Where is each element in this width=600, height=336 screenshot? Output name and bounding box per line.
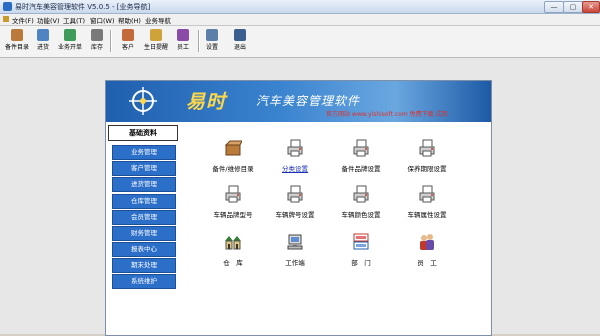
menu-help[interactable]: 帮助(H) xyxy=(118,15,141,25)
close-button[interactable]: ✕ xyxy=(582,1,600,13)
menu-business-nav[interactable]: 业务导航 xyxy=(145,15,171,25)
menu-function[interactable]: 功能(V) xyxy=(37,15,60,25)
toolbar-exit-button[interactable]: 退出 xyxy=(225,27,255,56)
nav-item-period-end[interactable]: 期末处理 xyxy=(112,258,176,273)
printer-doc-icon xyxy=(225,185,241,203)
menu-app-icon xyxy=(3,16,9,22)
grid-item-maintenance-period[interactable]: 保养期限设置 xyxy=(392,139,462,175)
toolbar-settings-button[interactable]: 设置 xyxy=(197,27,227,56)
nav-item-member[interactable]: 会员管理 xyxy=(112,210,176,225)
grid-item-workstation[interactable]: 工作端 xyxy=(260,233,330,269)
left-nav: 基础资料 业务管理 客户管理 进货管理 仓库管理 会员管理 财务管理 报表中心 … xyxy=(106,125,181,335)
order-icon xyxy=(64,29,76,41)
grid-item-parts-brand[interactable]: 备件品牌设置 xyxy=(326,139,396,175)
nav-item-reports[interactable]: 报表中心 xyxy=(112,242,176,257)
nav-item-finance[interactable]: 财务管理 xyxy=(112,226,176,241)
banner-title: 汽车美容管理软件 xyxy=(256,94,361,108)
maximize-button[interactable]: ▢ xyxy=(563,1,583,13)
toolbar-stock-in-button[interactable]: 进货 xyxy=(28,27,58,56)
banner: 易时 汽车美容管理软件 官方网站 www.yishisoft.com 免费下载 … xyxy=(106,81,491,122)
grid-item-vehicle-model[interactable]: 车辆品牌型号 xyxy=(198,185,268,221)
nav-item-customer[interactable]: 客户管理 xyxy=(112,161,176,176)
warehouse-icon xyxy=(225,236,241,250)
printer-doc-icon xyxy=(353,139,369,157)
printer-doc-icon xyxy=(419,185,435,203)
toolbar-inventory-button[interactable]: 库存 xyxy=(82,27,112,56)
grid-item-color-settings[interactable]: 车辆颜色设置 xyxy=(326,185,396,221)
grid-item-warehouse[interactable]: 仓 库 xyxy=(198,233,268,269)
birthday-icon xyxy=(150,29,162,41)
toolbar-employee-button[interactable]: 员工 xyxy=(168,27,198,56)
computer-icon xyxy=(287,234,303,250)
grid-item-staff[interactable]: 员 工 xyxy=(392,233,462,269)
grid-item-plate-settings[interactable]: 车辆牌号设置 xyxy=(260,185,330,221)
nav-item-system[interactable]: 系统维护 xyxy=(112,274,176,289)
nav-header-basic-data[interactable]: 基础资料 xyxy=(108,125,178,141)
toolbar-order-button[interactable]: 业务开单 xyxy=(55,27,85,56)
app-icon xyxy=(3,2,12,11)
customer-icon xyxy=(122,29,134,41)
nav-item-purchase[interactable]: 进货管理 xyxy=(112,177,176,192)
department-icon xyxy=(353,233,369,250)
parts-box-icon xyxy=(224,140,243,156)
grid-item-department[interactable]: 部 门 xyxy=(326,233,396,269)
toolbar-customer-button[interactable]: 客户 xyxy=(113,27,143,56)
nav-item-business[interactable]: 业务管理 xyxy=(112,145,176,160)
nav-item-warehouse[interactable]: 仓库管理 xyxy=(112,194,176,209)
business-nav-panel: 易时 汽车美容管理软件 官方网站 www.yishisoft.com 免费下载 … xyxy=(105,80,492,336)
window-title: 易时汽车美容管理软件 V5.0.5 - [业务导航] xyxy=(15,3,151,11)
employee-icon xyxy=(177,29,189,41)
exit-icon xyxy=(234,29,246,41)
printer-doc-icon xyxy=(419,139,435,157)
logo-icon xyxy=(129,87,157,115)
toolbar-birthday-button[interactable]: 生日提醒 xyxy=(141,27,171,56)
stock-in-icon xyxy=(37,29,49,41)
banner-subtitle: 官方网站 www.yishisoft.com 免费下载 试用 xyxy=(326,111,448,118)
menu-bar: 文件(F) 功能(V) 工具(T) 窗口(W) 帮助(H) 业务导航 xyxy=(0,14,600,26)
staff-icon xyxy=(420,234,434,250)
toolbar-separator xyxy=(110,30,112,52)
minimize-button[interactable]: — xyxy=(544,1,564,13)
parts-box-icon xyxy=(11,29,23,41)
toolbar: 备件目录 进货 业务开单 库存 客户 生日提醒 员工 设置 退出 xyxy=(0,26,600,58)
printer-doc-icon xyxy=(287,185,303,203)
grid-item-parts-catalog[interactable]: 备件/维修目录 xyxy=(198,139,268,175)
menu-window[interactable]: 窗口(W) xyxy=(90,15,115,25)
banner-brand: 易时 xyxy=(186,91,227,113)
title-bar: 易时汽车美容管理软件 V5.0.5 - [业务导航] — ▢ ✕ xyxy=(0,0,600,14)
printer-doc-icon xyxy=(353,185,369,203)
grid-item-attribute-settings[interactable]: 车辆属性设置 xyxy=(392,185,462,221)
menu-tools[interactable]: 工具(T) xyxy=(63,15,85,25)
inventory-icon xyxy=(91,29,103,41)
grid-item-category-settings[interactable]: 分类设置 xyxy=(260,139,330,175)
settings-icon xyxy=(206,29,218,41)
menu-file[interactable]: 文件(F) xyxy=(12,15,34,25)
printer-doc-icon xyxy=(287,139,303,157)
